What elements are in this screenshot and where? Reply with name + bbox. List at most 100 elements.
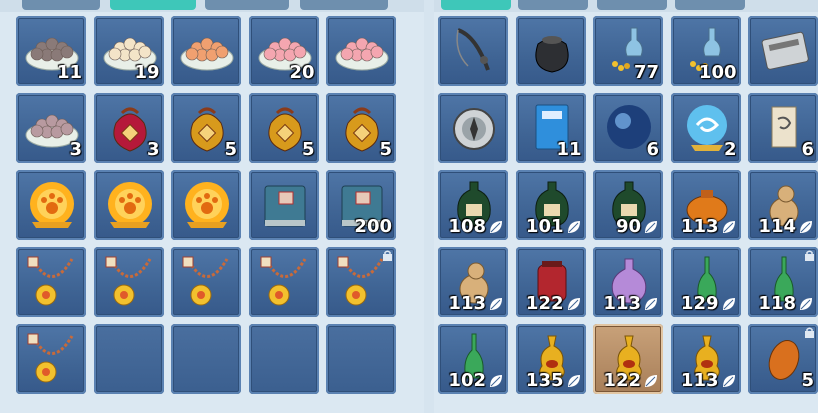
inventory-slot[interactable]: 101 xyxy=(515,170,586,240)
item-quantity: 6 xyxy=(801,139,814,160)
inventory-slot[interactable] xyxy=(326,247,396,317)
tab-left-1[interactable] xyxy=(22,0,100,10)
item-quantity: 122 xyxy=(525,293,564,314)
inventory-slot[interactable] xyxy=(438,16,508,86)
empty-inventory-slot[interactable] xyxy=(326,324,396,394)
inventory-slot[interactable]: 3 xyxy=(16,93,86,163)
leaf-badge-icon xyxy=(645,221,657,233)
inventory-slot[interactable]: 122 xyxy=(515,247,586,317)
inventory-slot[interactable]: 11 xyxy=(16,16,86,86)
item-quantity: 5 xyxy=(379,139,392,160)
gold-pendant-necklace-icon xyxy=(27,333,74,383)
leaf-badge-icon xyxy=(490,375,502,387)
inventory-slot[interactable]: 135 xyxy=(515,324,586,394)
inventory-slot[interactable]: 3 xyxy=(93,93,164,163)
tab-bar xyxy=(0,0,818,12)
tab-left-2[interactable] xyxy=(110,0,196,10)
gold-pendant-necklace-icon xyxy=(337,256,384,306)
leaf-badge-icon xyxy=(490,221,502,233)
leaf-badge-icon xyxy=(567,375,580,387)
inventory-slot[interactable]: 5 xyxy=(248,93,319,163)
inventory-slot[interactable] xyxy=(248,170,319,240)
tab-left-3[interactable] xyxy=(205,0,289,10)
empty-inventory-slot[interactable] xyxy=(93,324,164,394)
inventory-slot[interactable] xyxy=(171,170,241,240)
gold-pendant-necklace-icon xyxy=(182,256,229,306)
inventory-slot[interactable]: 113 xyxy=(438,247,508,317)
item-quantity: 5 xyxy=(801,370,814,391)
inventory-slot[interactable] xyxy=(93,247,164,317)
inventory-slot[interactable] xyxy=(171,16,241,86)
inventory-slot[interactable]: 108 xyxy=(438,170,508,240)
leaf-badge-icon xyxy=(567,221,580,233)
gold-pendant-necklace-icon xyxy=(105,256,151,306)
item-quantity: 129 xyxy=(680,293,719,314)
inventory-slot[interactable] xyxy=(326,16,396,86)
gold-pendant-necklace-icon xyxy=(260,256,306,306)
inventory-slot[interactable]: 200 xyxy=(326,170,396,240)
inventory-slot[interactable] xyxy=(16,170,86,240)
inventory-slot[interactable]: 20 xyxy=(248,16,319,86)
tab-left-4[interactable] xyxy=(300,0,388,10)
inventory-slot[interactable]: 129 xyxy=(670,247,741,317)
inventory-slot[interactable]: 113 xyxy=(670,324,741,394)
dumpling-plate-pink-icon xyxy=(335,37,389,71)
item-quantity: 77 xyxy=(633,62,659,83)
inventory-slot[interactable]: 6 xyxy=(748,93,818,163)
lock-icon xyxy=(805,250,814,261)
inventory-slot[interactable] xyxy=(748,16,818,86)
empty-inventory-slot[interactable] xyxy=(248,324,319,394)
inventory-slot[interactable]: 118 xyxy=(748,247,818,317)
item-quantity: 5 xyxy=(224,139,237,160)
inventory-slot[interactable]: 113 xyxy=(593,247,663,317)
item-quantity: 113 xyxy=(448,293,486,314)
inventory-slot[interactable]: 102 xyxy=(438,324,508,394)
item-quantity: 11 xyxy=(56,62,82,83)
inventory-slot[interactable] xyxy=(515,16,586,86)
item-quantity: 102 xyxy=(448,370,486,391)
glowing-paw-orb-icon xyxy=(107,182,152,228)
tab-right-2[interactable] xyxy=(518,0,588,10)
inventory-slot[interactable]: 114 xyxy=(748,170,818,240)
inventory-slot[interactable]: 11 xyxy=(515,93,586,163)
tab-right-3[interactable] xyxy=(597,0,667,10)
inventory-slot[interactable]: 5 xyxy=(748,324,818,394)
inventory-slot[interactable]: 122 xyxy=(593,324,663,394)
inventory-slot[interactable]: 6 xyxy=(593,93,663,163)
dumpling-plate-orange-icon xyxy=(180,37,234,71)
leaf-badge-icon xyxy=(722,221,735,233)
item-quantity: 114 xyxy=(758,216,796,237)
item-quantity: 19 xyxy=(134,62,160,83)
tab-right-1[interactable] xyxy=(441,0,511,10)
inventory-slot[interactable] xyxy=(438,93,508,163)
item-quantity: 2 xyxy=(723,139,737,160)
fishing-rod-icon xyxy=(456,28,490,71)
leaf-badge-icon xyxy=(645,375,657,387)
item-quantity: 100 xyxy=(698,62,737,83)
inventory-slot[interactable] xyxy=(16,247,86,317)
inventory-slot[interactable]: 100 xyxy=(670,16,741,86)
inventory-slot[interactable] xyxy=(248,247,319,317)
inventory-slot[interactable]: 5 xyxy=(171,93,241,163)
inventory-slot[interactable]: 5 xyxy=(326,93,396,163)
inventory-slot[interactable] xyxy=(16,324,86,394)
black-pouch-icon xyxy=(534,36,569,73)
inventory-slot[interactable] xyxy=(171,247,241,317)
inventory-slot[interactable]: 19 xyxy=(93,16,164,86)
item-quantity: 11 xyxy=(556,139,582,160)
lock-icon xyxy=(805,327,814,338)
item-quantity: 113 xyxy=(680,216,719,237)
item-quantity: 6 xyxy=(646,139,659,160)
item-quantity: 122 xyxy=(603,370,641,391)
tab-right-4[interactable] xyxy=(675,0,745,10)
inventory-slot[interactable]: 90 xyxy=(593,170,663,240)
empty-inventory-slot[interactable] xyxy=(171,324,241,394)
inventory-slot[interactable]: 2 xyxy=(670,93,741,163)
item-quantity: 113 xyxy=(680,370,719,391)
inventory-slot[interactable]: 77 xyxy=(593,16,663,86)
item-quantity: 101 xyxy=(525,216,564,237)
inventory-slot[interactable] xyxy=(93,170,164,240)
item-quantity: 118 xyxy=(758,293,796,314)
item-quantity: 3 xyxy=(69,139,82,160)
inventory-slot[interactable]: 113 xyxy=(670,170,741,240)
